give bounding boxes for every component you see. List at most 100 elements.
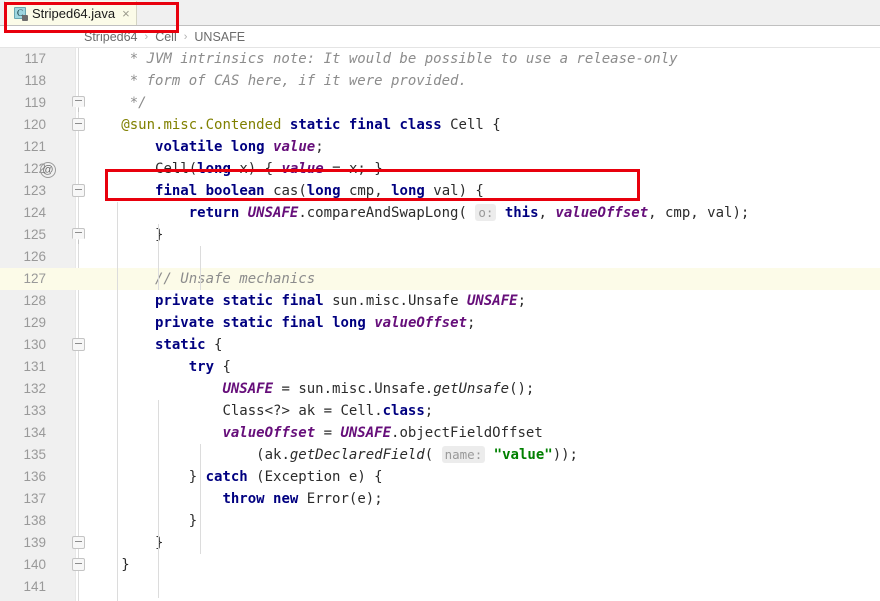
parameter-hint: name: (441, 446, 486, 463)
line-number: 118 (24, 73, 46, 88)
line-number: 136 (23, 469, 46, 484)
code-text[interactable]: } (96, 224, 163, 246)
code-fold-toggle-icon[interactable] (72, 184, 86, 199)
line-number: 125 (23, 227, 46, 242)
code-fold-toggle-icon[interactable] (72, 228, 86, 244)
indent-guide (117, 202, 118, 601)
code-text[interactable]: * JVM intrinsics note: It would be possi… (96, 48, 678, 70)
breadcrumb-item-striped64[interactable]: Striped64 (84, 30, 138, 44)
code-line[interactable]: 134 valueOffset = UNSAFE.objectFieldOffs… (0, 422, 880, 444)
code-text[interactable]: return UNSAFE.compareAndSwapLong( o: thi… (96, 202, 749, 224)
code-text[interactable]: * form of CAS here, if it were provided. (96, 70, 467, 92)
code-fold-toggle-icon[interactable] (72, 536, 86, 551)
code-text[interactable]: (ak.getDeclaredField( name: "value")); (96, 444, 578, 466)
java-class-file-icon: C (13, 6, 28, 21)
code-fold-toggle-icon[interactable] (72, 96, 86, 112)
annotation-gutter-icon[interactable]: @ (40, 162, 56, 178)
editor-tab-bar: C Striped64.java × (0, 0, 880, 26)
line-number: 119 (24, 95, 46, 110)
code-text[interactable]: UNSAFE = sun.misc.Unsafe.getUnsafe(); (96, 378, 534, 400)
code-text[interactable]: @sun.misc.Contended static final class C… (96, 114, 500, 136)
code-text[interactable]: final boolean cas(long cmp, long val) { (96, 180, 484, 202)
code-text[interactable]: valueOffset = UNSAFE.objectFieldOffset (96, 422, 542, 444)
line-number: 139 (23, 535, 46, 550)
code-fold-toggle-icon[interactable] (72, 558, 86, 573)
indent-guide (158, 224, 159, 290)
code-text[interactable]: } (96, 510, 197, 532)
code-line[interactable]: 128 private static final sun.misc.Unsafe… (0, 290, 880, 312)
code-line[interactable]: 136 } catch (Exception e) { (0, 466, 880, 488)
code-text[interactable]: Cell(long x) { value = x; } (96, 158, 383, 180)
code-line[interactable]: 132 UNSAFE = sun.misc.Unsafe.getUnsafe()… (0, 378, 880, 400)
code-line[interactable]: 119 */ (0, 92, 880, 114)
editor-tab-striped64-java[interactable]: C Striped64.java × (4, 1, 137, 25)
editor-tab-label: Striped64.java (32, 5, 116, 21)
line-number: 141 (23, 579, 46, 594)
line-number: 135 (23, 447, 46, 462)
indent-guide (200, 444, 201, 554)
code-line[interactable]: 125 } (0, 224, 880, 246)
code-line[interactable]: 120 @sun.misc.Contended static final cla… (0, 114, 880, 136)
code-line[interactable]: 121 volatile long value; (0, 136, 880, 158)
parameter-hint: o: (475, 204, 497, 221)
code-line[interactable]: 126 (0, 246, 880, 268)
code-line[interactable]: 130 static { (0, 334, 880, 356)
close-icon[interactable]: × (122, 7, 130, 20)
line-number: 140 (23, 557, 46, 572)
code-line[interactable]: 129 private static final long valueOffse… (0, 312, 880, 334)
line-number: 133 (23, 403, 46, 418)
code-line[interactable]: 137 throw new Error(e); (0, 488, 880, 510)
indent-guide (158, 400, 159, 598)
line-number: 131 (23, 359, 46, 374)
line-number: 129 (23, 315, 46, 330)
line-number: 138 (23, 513, 46, 528)
code-line[interactable]: 127 // Unsafe mechanics (0, 268, 880, 290)
code-line[interactable]: 117 * JVM intrinsics note: It would be p… (0, 48, 880, 70)
code-line[interactable]: 139 } (0, 532, 880, 554)
code-line[interactable]: 140 } (0, 554, 880, 576)
breadcrumb-item-cell[interactable]: Cell (155, 30, 177, 44)
code-text[interactable]: private static final sun.misc.Unsafe UNS… (96, 290, 526, 312)
chevron-right-icon: › (183, 31, 188, 43)
line-number: 124 (23, 205, 46, 220)
code-line[interactable]: 131 try { (0, 356, 880, 378)
code-line[interactable]: 135 (ak.getDeclaredField( name: "value")… (0, 444, 880, 466)
code-line[interactable]: 141 (0, 576, 880, 598)
line-number: 130 (23, 337, 46, 352)
line-number: 128 (23, 293, 46, 308)
code-line[interactable]: 122 @ Cell(long x) { value = x; } (0, 158, 880, 180)
code-lines[interactable]: 117 * JVM intrinsics note: It would be p… (0, 48, 880, 598)
code-text[interactable]: } catch (Exception e) { (96, 466, 383, 488)
line-number: 137 (23, 491, 46, 506)
code-line[interactable]: 133 Class<?> ak = Cell.class; (0, 400, 880, 422)
line-number: 132 (23, 381, 46, 396)
code-text[interactable]: volatile long value; (96, 136, 324, 158)
code-text[interactable]: static { (96, 334, 222, 356)
code-text[interactable]: } (96, 532, 163, 554)
code-fold-toggle-icon[interactable] (72, 118, 86, 133)
line-number: 126 (23, 249, 46, 264)
indent-guide (200, 246, 201, 290)
code-line[interactable]: 123 final boolean cas(long cmp, long val… (0, 180, 880, 202)
code-editor[interactable]: 117 * JVM intrinsics note: It would be p… (0, 48, 880, 601)
breadcrumb-item-unsafe[interactable]: UNSAFE (194, 30, 245, 44)
code-text[interactable]: throw new Error(e); (96, 488, 382, 510)
code-fold-toggle-icon[interactable] (72, 338, 86, 353)
code-line[interactable]: 118 * form of CAS here, if it were provi… (0, 70, 880, 92)
code-text[interactable]: // Unsafe mechanics (96, 268, 315, 290)
line-number: 120 (23, 117, 46, 132)
line-number: 121 (23, 139, 46, 154)
chevron-right-icon: › (144, 31, 149, 43)
breadcrumb: Striped64 › Cell › UNSAFE (0, 27, 880, 48)
code-line[interactable]: 124 return UNSAFE.compareAndSwapLong( o:… (0, 202, 880, 224)
lock-icon (22, 15, 28, 21)
line-number: 123 (23, 183, 46, 198)
line-number: 117 (24, 51, 46, 66)
line-number: 134 (23, 425, 46, 440)
code-line[interactable]: 138 } (0, 510, 880, 532)
code-text[interactable]: private static final long valueOffset; (96, 312, 475, 334)
code-text[interactable]: Class<?> ak = Cell.class; (96, 400, 433, 422)
code-text[interactable]: */ (96, 92, 147, 114)
line-number: 127 (23, 271, 46, 286)
code-text[interactable]: } (96, 554, 129, 576)
